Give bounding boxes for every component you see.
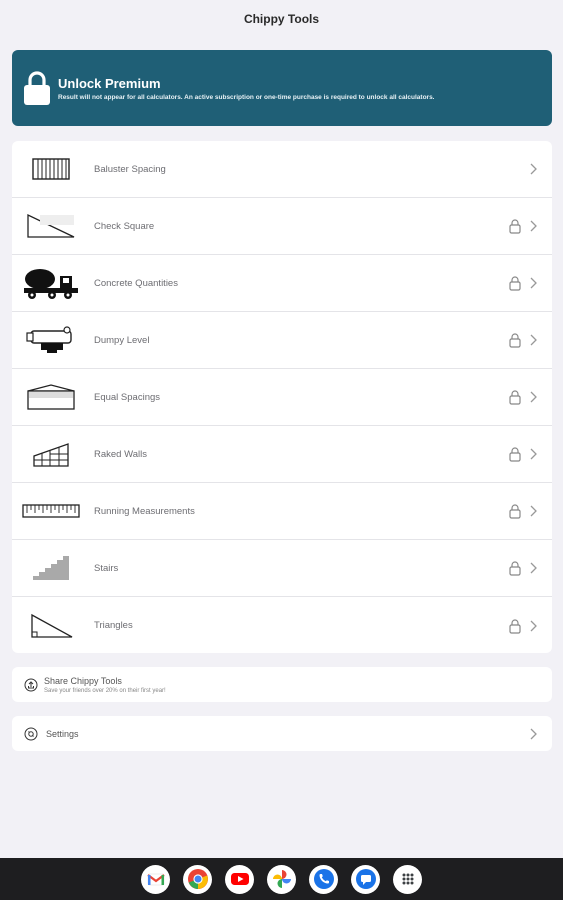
chevron-right-icon (530, 448, 537, 460)
phone-app[interactable] (309, 864, 338, 894)
tool-label: Stairs (94, 562, 119, 574)
chrome-app[interactable] (183, 864, 212, 894)
baluster-icon (32, 158, 70, 180)
tool-row-baluster-spacing[interactable]: Baluster Spacing (12, 141, 552, 198)
raked-wall-icon (33, 443, 69, 467)
tool-row-check-square[interactable]: Check Square (12, 198, 552, 255)
settings-title: Settings (46, 728, 79, 739)
gmail-icon (146, 873, 165, 886)
chevron-right-icon (530, 391, 537, 403)
chevron-right-icon (530, 334, 537, 346)
phone-icon (313, 869, 334, 889)
lock-icon (509, 561, 521, 576)
chrome-icon (187, 869, 208, 889)
photos-icon (272, 870, 291, 888)
lock-icon (509, 504, 521, 519)
tool-row-running-measurements[interactable]: Running Measurements (12, 483, 552, 540)
dumpy-level-icon (26, 326, 72, 353)
tool-label: Concrete Quantities (94, 277, 178, 289)
lock-icon (509, 219, 521, 234)
chevron-right-icon (530, 620, 537, 631)
lock-icon (509, 276, 521, 291)
tool-label: Running Measurements (94, 505, 195, 517)
lock-icon (24, 71, 50, 105)
tape-ruler-icon (22, 504, 80, 518)
chevron-right-icon (530, 220, 537, 232)
taskbar-dock (0, 858, 563, 900)
chevron-right-icon (530, 505, 537, 517)
tool-row-equal-spacings[interactable]: Equal Spacings (12, 369, 552, 426)
tool-label: Equal Spacings (94, 391, 161, 403)
right-triangle-icon (27, 213, 75, 238)
tool-label: Baluster Spacing (94, 163, 166, 175)
settings-icon (24, 727, 38, 740)
stairs-icon (33, 556, 69, 580)
lock-icon (509, 618, 521, 634)
premium-subtitle: Result will not appear for all calculato… (58, 93, 435, 101)
app-title: Chippy Tools (243, 12, 320, 26)
chevron-right-icon (530, 163, 537, 175)
tool-label: Dumpy Level (94, 334, 150, 346)
youtube-app[interactable] (225, 864, 254, 894)
photos-app[interactable] (267, 864, 296, 894)
lock-icon (509, 333, 521, 348)
messages-icon (355, 869, 376, 889)
share-title: Share Chippy Tools (44, 675, 122, 686)
lock-icon (509, 390, 521, 405)
youtube-icon (230, 873, 249, 885)
lock-icon (509, 447, 521, 462)
tools-list: Baluster Spacing Check Square Concrete Q… (12, 141, 552, 653)
concrete-truck-icon (24, 269, 78, 299)
tool-row-stairs[interactable]: Stairs (12, 540, 552, 597)
tool-label: Check Square (94, 220, 155, 232)
triangle-icon (31, 613, 73, 638)
chevron-right-icon (530, 277, 537, 289)
premium-title: Unlock Premium (58, 75, 161, 91)
unlock-premium-banner[interactable]: Unlock Premium Result will not appear fo… (12, 50, 552, 126)
apps-icon (402, 873, 413, 885)
share-subtitle: Save your friends over 20% on their firs… (44, 687, 166, 694)
apps-launcher[interactable] (393, 864, 422, 894)
share-icon (24, 678, 38, 691)
equal-spacing-icon (27, 384, 75, 410)
tool-label: Raked Walls (94, 448, 147, 460)
chevron-right-icon (530, 728, 537, 739)
tool-row-dumpy-level[interactable]: Dumpy Level (12, 312, 552, 369)
tool-row-raked-walls[interactable]: Raked Walls (12, 426, 552, 483)
messages-app[interactable] (351, 864, 380, 894)
tool-label: Triangles (94, 620, 133, 631)
settings-row[interactable]: Settings (12, 716, 552, 751)
chevron-right-icon (530, 562, 537, 574)
tool-row-triangles[interactable]: Triangles (12, 597, 552, 653)
tool-row-concrete-quantities[interactable]: Concrete Quantities (12, 255, 552, 312)
gmail-app[interactable] (141, 864, 170, 894)
share-row[interactable]: Share Chippy Tools Save your friends ove… (12, 667, 552, 702)
